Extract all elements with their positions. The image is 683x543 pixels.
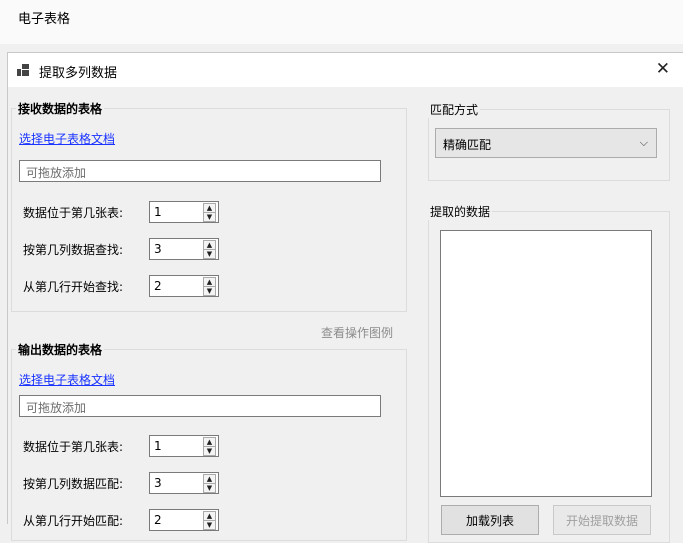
window-icon [17,64,29,76]
receive-drop-input[interactable]: 可拖放添加 [19,160,381,182]
start-extract-button[interactable]: 开始提取数据 [553,505,651,535]
match-mode-value: 精确匹配 [443,138,492,152]
receive-start-row-stepper[interactable]: 2 ▲ ▼ [149,275,219,297]
dialog-title-bar: 提取多列数据 ✕ [8,53,683,87]
output-table-group: 输出数据的表格 选择电子表格文档 可拖放添加 数据位于第几张表: 1 ▲ ▼ 按… [11,341,407,541]
receive-start-row-value: 2 [154,279,162,293]
receive-table-group: 接收数据的表格 选择电子表格文档 可拖放添加 数据位于第几张表: 1 ▲ ▼ 按… [11,100,407,312]
extracted-data-list[interactable] [440,230,652,497]
app-title: 电子表格 [18,12,71,27]
output-sheet-label: 数据位于第几张表: [23,440,124,454]
match-mode-select[interactable]: 精确匹配 ⌵ [435,128,657,158]
load-list-button[interactable]: 加载列表 [441,505,539,535]
stepper-down-icon[interactable]: ▼ [203,446,216,456]
close-icon[interactable]: ✕ [656,59,670,79]
receive-sheet-stepper[interactable]: 1 ▲ ▼ [149,201,219,223]
receive-start-row-label: 从第几行开始查找: [23,280,124,294]
view-example-link[interactable]: 查看操作图例 [321,324,393,341]
stepper-down-icon[interactable]: ▼ [203,286,216,296]
output-start-row-stepper[interactable]: 2 ▲ ▼ [149,509,219,531]
receive-column-stepper[interactable]: 3 ▲ ▼ [149,238,219,260]
output-start-row-value: 2 [154,513,162,527]
chevron-down-icon: ⌵ [639,136,648,149]
receive-sheet-label: 数据位于第几张表: [23,206,124,220]
output-group-legend: 输出数据的表格 [16,341,105,358]
stepper-down-icon[interactable]: ▼ [203,249,216,259]
match-mode-group: 匹配方式 精确匹配 ⌵ [428,101,670,181]
extract-columns-dialog: 提取多列数据 ✕ 接收数据的表格 选择电子表格文档 可拖放添加 数据位于第几张表… [7,52,683,543]
receive-column-label: 按第几列数据查找: [23,243,124,257]
output-column-stepper[interactable]: 3 ▲ ▼ [149,472,219,494]
output-drop-input[interactable]: 可拖放添加 [19,395,381,417]
receive-select-file-link[interactable]: 选择电子表格文档 [19,130,115,147]
receive-sheet-value: 1 [154,205,162,219]
stepper-down-icon[interactable]: ▼ [203,212,216,222]
app-title-bar: 电子表格 [0,0,683,44]
output-select-file-link[interactable]: 选择电子表格文档 [19,371,115,388]
extracted-data-legend: 提取的数据 [428,203,493,220]
stepper-down-icon[interactable]: ▼ [203,520,216,530]
dialog-title: 提取多列数据 [39,66,118,81]
match-mode-legend: 匹配方式 [428,101,481,118]
output-column-label: 按第几列数据匹配: [23,477,124,491]
output-column-value: 3 [154,476,162,490]
receive-group-legend: 接收数据的表格 [16,100,105,117]
output-sheet-value: 1 [154,439,162,453]
output-sheet-stepper[interactable]: 1 ▲ ▼ [149,435,219,457]
extracted-data-group: 提取的数据 加载列表 开始提取数据 [428,203,670,543]
stepper-down-icon[interactable]: ▼ [203,483,216,493]
receive-column-value: 3 [154,242,162,256]
output-start-row-label: 从第几行开始匹配: [23,514,124,528]
